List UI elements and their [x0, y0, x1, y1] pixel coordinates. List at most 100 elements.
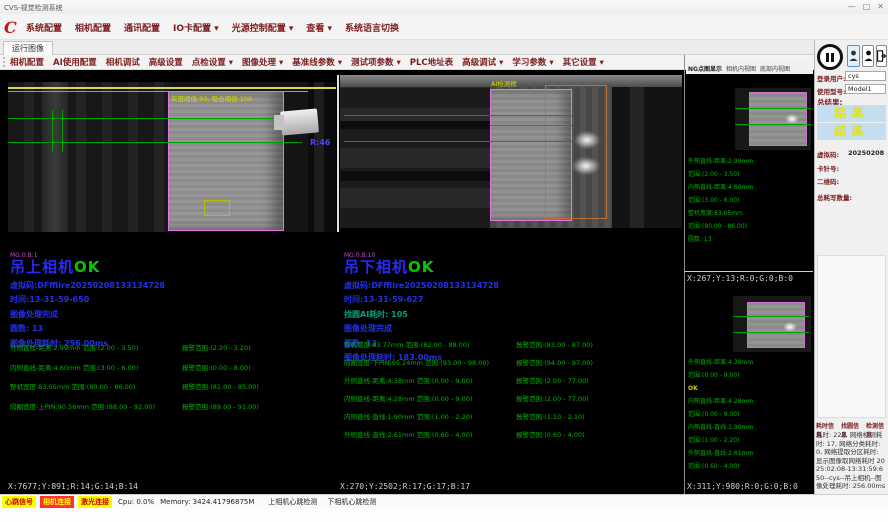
- threshold-overlay-text: 灰度阈值:93, 吸合阈值:100: [171, 93, 252, 103]
- close-button[interactable]: ✕: [877, 2, 884, 11]
- result-line: 圆数: 13: [10, 323, 340, 334]
- user-manage-button[interactable]: [862, 45, 874, 67]
- toolbar-item-3[interactable]: 高级设置: [149, 56, 183, 68]
- measure-value: 整机宽度:83.77mm 范围:(82.00 - 88.00): [344, 339, 516, 349]
- timing-info-text: 耗时: 222, 网络检测耗时: 17, 网络分类耗时: 0, 网络提取分区耗时…: [816, 431, 886, 491]
- image-right-band: [314, 82, 324, 232]
- status-link-1: 下相机心跳检测: [327, 497, 376, 507]
- baseline-overlay: [8, 87, 336, 89]
- measure-value: 外侧直线-直线:2.61mm 范围:(0.60 - 4.00): [344, 429, 516, 439]
- exit-button[interactable]: [876, 45, 887, 67]
- camera-name: 吊下相机: [344, 258, 408, 276]
- measure-line-overlay: [733, 316, 809, 317]
- toolbar-item-5[interactable]: 图像处理 ▾: [242, 56, 283, 68]
- measure-line-overlay: [735, 108, 811, 109]
- model-field[interactable]: Model1: [845, 84, 886, 94]
- right-tab-0[interactable]: NG点图显示: [688, 64, 722, 73]
- user-gear-icon: [864, 50, 873, 62]
- minimize-button[interactable]: —: [848, 2, 856, 11]
- lower-camera-image[interactable]: AI检测框: [340, 75, 682, 228]
- app-logo-icon: C: [4, 19, 21, 36]
- menu-item-3[interactable]: IO卡配置 ▾: [173, 21, 219, 34]
- pin-number-label: 卡针号:: [817, 163, 839, 173]
- ai-detect-box-overlay: [545, 85, 607, 219]
- right-tab-1[interactable]: 相机内视图: [726, 64, 756, 73]
- result-line: 找圆AI耗时: 105: [344, 309, 674, 320]
- menu-item-4[interactable]: 光源控制配置 ▾: [232, 21, 294, 34]
- status-badge-1: 相机连接: [40, 496, 74, 508]
- measure-value: 内侧直线-直线:1.90mm 范围:(1.00 - 2.20): [344, 411, 516, 421]
- pause-button[interactable]: [817, 44, 843, 70]
- measure-value: 外侧直线-距离:4.38mm 范围:(0.00 - 9.00): [344, 375, 516, 385]
- ng-line: 圆数: 13: [688, 233, 753, 246]
- result-line: 时间:13-31-59-650: [10, 294, 340, 305]
- ng-line: 范围:(0.60 - 4.00): [688, 460, 753, 473]
- camera-status: OK: [74, 258, 100, 276]
- toolbar-item-11[interactable]: 其它设置 ▾: [563, 56, 604, 68]
- ng-view-lines-1: 外侧直线-距离:2.99mm范围:(2.00 - 3.50)内侧直线-距离:4.…: [688, 155, 753, 246]
- yellow-roi-box: [204, 200, 230, 216]
- image-right-zone: [612, 87, 682, 228]
- toolbar-item-2[interactable]: 相机调试: [106, 56, 140, 68]
- toolbar-item-0[interactable]: 相机配置: [10, 56, 44, 68]
- panel-divider: [337, 75, 339, 232]
- status-badge-0: 心跳信号: [2, 496, 36, 508]
- measure-row: 隔圈宽度-下PIN:95.24mm 范围:(93.00 - 98.00)报警范围…: [344, 357, 593, 367]
- image-right-band: [630, 87, 644, 228]
- cpu-usage: Cpu: 0.0%: [118, 498, 154, 506]
- menu-item-2[interactable]: 通讯配置: [124, 21, 160, 34]
- measure-alarm-range: 报警范围:(0.60 - 4.00): [516, 429, 585, 439]
- result-display-2: 结果: [817, 123, 886, 140]
- bottom-filler: [0, 509, 888, 522]
- tab-run-image[interactable]: 运行图像: [3, 41, 53, 55]
- measure-line-overlay: [62, 110, 63, 152]
- ng-view-image-1[interactable]: [735, 88, 811, 150]
- connector-base: [274, 115, 284, 130]
- toolbar-item-8[interactable]: PLC地址表: [410, 56, 453, 68]
- ng-line: 范围:(1.00 - 2.20): [688, 434, 753, 447]
- right-panel-divider: [685, 271, 813, 272]
- measure-line-overlay: [735, 124, 811, 125]
- measure-value: 整机宽度:83.05mm 范围:(80.00 - 86.00): [10, 381, 182, 391]
- ng-line: 内侧直线-距离:4.60mm: [688, 181, 753, 194]
- model-label: 使用型号:: [817, 86, 846, 96]
- menu-item-0[interactable]: 系统配置: [26, 21, 62, 34]
- toolbar-item-6[interactable]: 基准线参数 ▾: [292, 56, 342, 68]
- toolbar-item-1[interactable]: AI使用配置: [53, 56, 97, 68]
- measure-line-overlay: [733, 332, 809, 333]
- ng-view-image-2[interactable]: [733, 296, 811, 352]
- virtual-code-value: 20250208: [848, 149, 884, 157]
- status-badge-2: 激光连接: [78, 496, 112, 508]
- ng-line: OK: [688, 382, 753, 395]
- toolbar-item-9[interactable]: 高级调试 ▾: [462, 56, 503, 68]
- image-background: [8, 82, 170, 232]
- toolbar-grip[interactable]: [3, 57, 5, 67]
- right-tab-2[interactable]: 底部内视图: [760, 64, 790, 73]
- menu-item-6[interactable]: 系统语言切换: [345, 21, 399, 34]
- measure-value: 外侧直线-距离:2.99mm 范围:(2.00 - 3.50): [10, 342, 182, 352]
- login-user-button[interactable]: [847, 45, 860, 67]
- measure-row: 外侧直线-直线:2.61mm 范围:(0.60 - 4.00)报警范围:(0.6…: [344, 429, 593, 439]
- image-band: [42, 82, 68, 232]
- exit-door-icon: [877, 50, 886, 62]
- cursor-coords-ng2: X:311;Y:980;R:0;G:0;B:0: [687, 482, 798, 491]
- toolbar-item-10[interactable]: 学习参数 ▾: [512, 56, 553, 68]
- measure-line-overlay: [52, 110, 53, 152]
- measure-alarm-range: 报警范围:(94.00 - 97.00): [516, 357, 593, 367]
- login-user-field[interactable]: cys: [845, 71, 886, 81]
- status-links: 上相机心跳检测下相机心跳检测: [268, 497, 376, 507]
- maximize-button[interactable]: □: [863, 2, 871, 11]
- ng-line: 内侧直线-距离:4.28mm: [688, 395, 753, 408]
- login-user-label: 登录用户:: [817, 73, 846, 83]
- toolbar-item-7[interactable]: 测试项参数 ▾: [351, 56, 401, 68]
- menu-item-1[interactable]: 相机配置: [75, 21, 111, 34]
- measure-alarm-range: 报警范围:(0.00 - 8.00): [182, 362, 251, 372]
- cursor-coords-ng1: X:267;Y:13;R:0;G:0;B:0: [687, 274, 793, 283]
- measure-value: 隔圈宽度-下PIN:95.24mm 范围:(93.00 - 98.00): [344, 357, 516, 367]
- camera-status: OK: [408, 258, 434, 276]
- toolbar-item-4[interactable]: 点检设置 ▾: [192, 56, 233, 68]
- menu-item-5[interactable]: 查看 ▾: [306, 21, 332, 34]
- upper-camera-image[interactable]: 灰度阈值:93, 吸合阈值:100 R:46: [8, 82, 336, 232]
- measure-line-overlay: [490, 125, 572, 126]
- right-view-tabs: NG点图显示相机内视图底部内视图: [686, 62, 813, 74]
